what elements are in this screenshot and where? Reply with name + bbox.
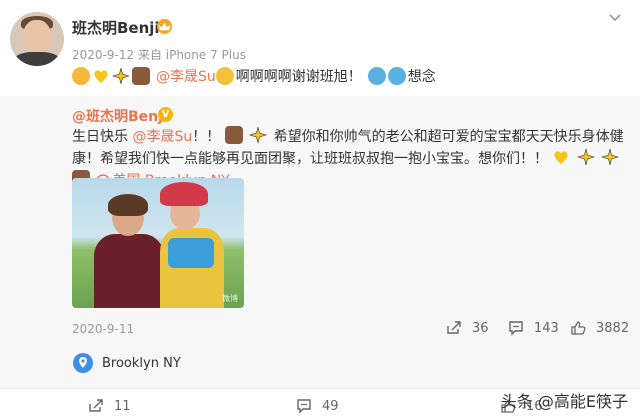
source-watermark: 头条 @高能E筷子 (500, 392, 628, 411)
post-text-end: 想念 (407, 69, 436, 85)
crown-icon (156, 18, 173, 34)
repost-button[interactable]: 11 (88, 396, 131, 416)
quoted-like-button[interactable]: 3882 (570, 318, 629, 338)
smile-emoji-icon (72, 67, 90, 85)
quoted-date[interactable]: 2020-9-11 (72, 322, 134, 336)
comment-count: 49 (322, 398, 339, 414)
sparkle-emoji-icon-2 (249, 126, 268, 144)
cake-emoji-icon-2 (224, 126, 243, 144)
quoted-comment-count: 143 (534, 320, 559, 336)
post-text-after: 啊啊啊啊谢谢班旭！ (235, 69, 362, 85)
verified-badge-icon: V (158, 107, 173, 122)
repost-icon (447, 321, 461, 334)
quoted-photo[interactable]: 微博 (72, 178, 244, 308)
photo-person1-body (94, 234, 164, 308)
cake-emoji-icon (132, 67, 150, 85)
people-emoji-icon-2 (387, 67, 406, 85)
people-emoji-icon (367, 67, 386, 85)
sparkle-emoji-icon-4 (601, 148, 620, 166)
post-meta: 2020-9-12 来自 iPhone 7 Plus (72, 46, 246, 63)
quoted-repost-button[interactable]: 36 (446, 318, 489, 338)
repost-icon-bottom (89, 399, 103, 412)
sparkle-emoji-icon-3 (576, 148, 595, 166)
thumbs-up-icon (571, 321, 586, 335)
comment-button[interactable]: 49 (296, 396, 339, 416)
quoted-comment-button[interactable]: 143 (508, 318, 559, 338)
avatar-body (14, 52, 60, 66)
heart-emoji-icon (94, 70, 108, 83)
photo-person1-hair (108, 194, 148, 216)
chevron-down-icon[interactable] (608, 10, 622, 24)
heart-emoji-icon-2 (554, 151, 569, 164)
post-text: @李晟Su 啊啊啊啊谢谢班旭！ 想念 (72, 66, 436, 86)
comment-icon-bottom (297, 399, 311, 414)
location-pin-icon (73, 353, 93, 373)
avatar-face (23, 20, 51, 54)
comment-icon (509, 321, 523, 336)
post-username[interactable]: 班杰明Benji (72, 17, 160, 38)
avatar[interactable] (10, 12, 64, 66)
sparkle-emoji-icon (112, 67, 130, 85)
shock-emoji-icon (215, 67, 234, 85)
quoted-mention[interactable]: @李晟Su (132, 129, 192, 145)
post-mention[interactable]: @李晟Su (156, 66, 216, 86)
post-source: 来自 iPhone 7 Plus (137, 48, 246, 62)
quoted-repost-count: 36 (472, 320, 489, 336)
post-date: 2020-9-12 (72, 48, 135, 62)
repost-count: 11 (114, 398, 131, 414)
quoted-username[interactable]: @班杰明Benji (72, 106, 168, 126)
photo-person2-hat (160, 182, 208, 206)
location-tag-label: Brooklyn NY (102, 355, 181, 371)
quoted-text-part2: ！！ (192, 129, 221, 145)
photo-person2-scarf (168, 238, 214, 268)
quoted-like-count: 3882 (596, 320, 630, 336)
quoted-text-part1: 生日快乐 (72, 129, 133, 145)
photo-watermark: 微博 (222, 294, 238, 303)
location-tag[interactable]: Brooklyn NY (72, 350, 202, 376)
